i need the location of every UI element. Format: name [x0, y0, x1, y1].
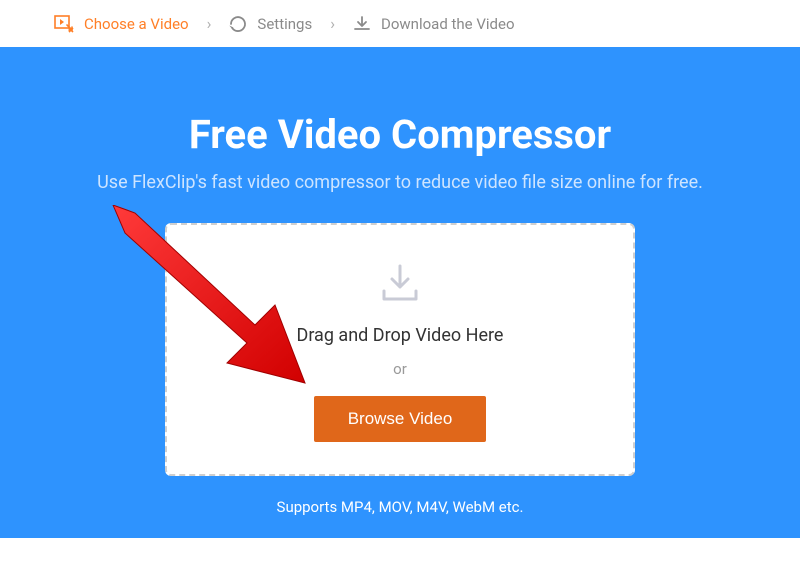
- supports-text: Supports MP4, MOV, M4V, WebM etc.: [40, 498, 760, 516]
- upload-icon: [378, 263, 422, 307]
- page-subtitle: Use FlexClip's fast video compressor to …: [40, 172, 760, 193]
- chevron-right-icon: ›: [207, 14, 212, 33]
- video-select-icon: [54, 15, 74, 33]
- chevron-right-icon: ›: [330, 14, 335, 33]
- dropzone[interactable]: Drag and Drop Video Here or Browse Video: [165, 223, 635, 476]
- settings-icon: [229, 15, 247, 33]
- step-settings-label: Settings: [257, 15, 312, 33]
- step-choose-label: Choose a Video: [84, 15, 189, 33]
- dropzone-or: or: [393, 360, 407, 378]
- step-download[interactable]: Download the Video: [353, 15, 515, 33]
- browse-video-button[interactable]: Browse Video: [314, 396, 487, 442]
- steps-bar: Choose a Video › Settings › Download the…: [0, 0, 800, 47]
- step-download-label: Download the Video: [381, 15, 515, 33]
- download-icon: [353, 15, 371, 33]
- dropzone-instruction: Drag and Drop Video Here: [297, 325, 504, 346]
- hero-section: Free Video Compressor Use FlexClip's fas…: [0, 47, 800, 538]
- step-choose[interactable]: Choose a Video: [54, 15, 189, 33]
- page-title: Free Video Compressor: [40, 111, 760, 158]
- step-settings[interactable]: Settings: [229, 15, 312, 33]
